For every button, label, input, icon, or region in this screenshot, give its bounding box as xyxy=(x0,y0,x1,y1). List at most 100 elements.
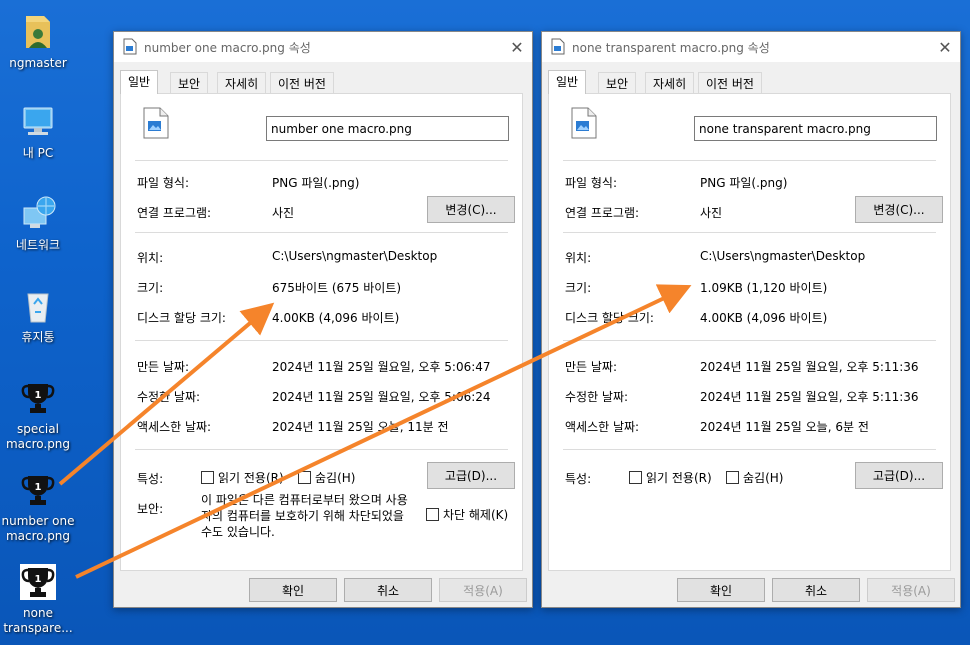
security-warning-text: 이 파일은 다른 컴퓨터로부터 왔으며 사용자의 컴퓨터를 보호하기 위해 차단… xyxy=(201,493,408,539)
modified-label: 수정한 날짜: xyxy=(137,390,201,404)
separator xyxy=(135,232,508,233)
svg-text:1: 1 xyxy=(35,390,42,401)
location-value: C:\Users\ngmaster\Desktop xyxy=(272,249,438,263)
filename-input[interactable] xyxy=(694,116,937,141)
checkbox-box[interactable] xyxy=(629,471,642,484)
location-value: C:\Users\ngmaster\Desktop xyxy=(700,249,866,263)
properties-window-number-one: number one macro.png 속성 ✕ 일반 보안 자세히 이전 버… xyxy=(113,31,533,608)
separator xyxy=(563,232,936,233)
pc-icon xyxy=(23,107,53,135)
unblock-checkbox[interactable]: 차단 해제(K) xyxy=(426,506,508,523)
tab-security[interactable]: 보안 xyxy=(598,72,637,93)
close-button[interactable]: ✕ xyxy=(502,32,532,62)
checkbox-box[interactable] xyxy=(201,471,214,484)
size-on-disk-value: 4.00KB (4,096 바이트) xyxy=(272,311,400,325)
trophy-icon: 1 xyxy=(21,476,55,505)
svg-text:1: 1 xyxy=(35,482,42,493)
advanced-button[interactable]: 고급(D)... xyxy=(855,462,943,489)
modified-value: 2024년 11월 25일 월요일, 오후 5:06:24 xyxy=(272,390,491,404)
user-folder-icon xyxy=(26,16,50,48)
created-value: 2024년 11월 25일 월요일, 오후 5:11:36 xyxy=(700,360,919,374)
file-type-label: 파일 형식: xyxy=(565,176,618,190)
close-button[interactable]: ✕ xyxy=(930,32,960,62)
open-with-value: 사진 xyxy=(700,206,723,220)
desktop-icon-user[interactable]: ngmaster xyxy=(0,12,76,71)
created-value: 2024년 11월 25일 월요일, 오후 5:06:47 xyxy=(272,360,491,374)
checkbox-box[interactable] xyxy=(426,508,439,521)
readonly-checkbox[interactable]: 읽기 전용(R) xyxy=(201,469,284,486)
open-with-value: 사진 xyxy=(272,206,295,220)
svg-text:1: 1 xyxy=(35,574,42,585)
cancel-button[interactable]: 취소 xyxy=(772,578,860,602)
unblock-label: 차단 해제(K) xyxy=(443,508,509,522)
file-type-label: 파일 형식: xyxy=(137,176,190,190)
readonly-checkbox[interactable]: 읽기 전용(R) xyxy=(629,469,712,486)
trophy-icon: 1 xyxy=(21,384,55,413)
hidden-label: 숨김(H) xyxy=(315,471,356,485)
size-label: 크기: xyxy=(137,281,164,295)
desktop-icon-recycle-bin[interactable]: 휴지통 xyxy=(0,286,76,345)
cancel-button[interactable]: 취소 xyxy=(344,578,432,602)
location-label: 위치: xyxy=(137,251,164,265)
checkbox-box[interactable] xyxy=(726,471,739,484)
size-on-disk-label: 디스크 할당 크기: xyxy=(565,311,654,325)
properties-window-none-transparent: none transparent macro.png 속성 ✕ 일반 보안 자세… xyxy=(541,31,961,608)
accessed-label: 액세스한 날짜: xyxy=(565,420,640,434)
general-panel: 파일 형식: PNG 파일(.png) 연결 프로그램: 사진 변경(C)...… xyxy=(548,93,951,571)
desktop-icon-label: ngmaster xyxy=(9,56,67,70)
advanced-button[interactable]: 고급(D)... xyxy=(427,462,515,489)
size-value: 1.09KB (1,120 바이트) xyxy=(700,281,828,295)
network-icon xyxy=(23,196,56,228)
desktop-icon-label: none transpare... xyxy=(3,606,73,635)
created-label: 만든 날짜: xyxy=(565,360,618,374)
location-label: 위치: xyxy=(565,251,592,265)
separator xyxy=(563,340,936,341)
size-on-disk-value: 4.00KB (4,096 바이트) xyxy=(700,311,828,325)
change-button[interactable]: 변경(C)... xyxy=(855,196,943,223)
separator xyxy=(563,160,936,161)
ok-button[interactable]: 확인 xyxy=(249,578,337,602)
png-file-icon xyxy=(123,38,137,55)
accessed-label: 액세스한 날짜: xyxy=(137,420,212,434)
change-button[interactable]: 변경(C)... xyxy=(427,196,515,223)
desktop-icon-label: 내 PC xyxy=(22,146,54,160)
hidden-label: 숨김(H) xyxy=(743,471,784,485)
desktop-icon-special-macro[interactable]: 1 special macro.png xyxy=(0,378,76,452)
tab-general[interactable]: 일반 xyxy=(548,70,587,94)
desktop-icon-network[interactable]: 네트워크 xyxy=(0,194,76,253)
hidden-checkbox[interactable]: 숨김(H) xyxy=(298,469,355,486)
separator xyxy=(135,340,508,341)
title-bar[interactable]: none transparent macro.png 속성 ✕ xyxy=(542,32,960,62)
readonly-label: 읽기 전용(R) xyxy=(646,471,712,485)
hidden-checkbox[interactable]: 숨김(H) xyxy=(726,469,783,486)
readonly-label: 읽기 전용(R) xyxy=(218,471,284,485)
desktop-icon-label: 휴지통 xyxy=(21,330,55,344)
separator xyxy=(135,160,508,161)
open-with-label: 연결 프로그램: xyxy=(137,206,212,220)
apply-button[interactable]: 적용(A) xyxy=(867,578,955,602)
accessed-value: 2024년 11월 25일 오늘, 11분 전 xyxy=(272,420,449,434)
open-with-label: 연결 프로그램: xyxy=(565,206,640,220)
tab-general[interactable]: 일반 xyxy=(120,70,159,94)
close-icon: ✕ xyxy=(510,37,524,57)
desktop-icon-label: 네트워크 xyxy=(15,238,61,252)
general-panel: 파일 형식: PNG 파일(.png) 연결 프로그램: 사진 변경(C)...… xyxy=(120,93,523,571)
window-title: number one macro.png 속성 xyxy=(144,41,311,55)
apply-button[interactable]: 적용(A) xyxy=(439,578,527,602)
tab-security[interactable]: 보안 xyxy=(170,72,209,93)
tab-details[interactable]: 자세히 xyxy=(217,72,267,93)
checkbox-box[interactable] xyxy=(298,471,311,484)
desktop-icon-pc[interactable]: 내 PC xyxy=(0,102,76,161)
filename-input[interactable] xyxy=(266,116,509,141)
recycle-bin-icon xyxy=(27,293,49,323)
desktop-icon-label: special macro.png xyxy=(5,422,71,451)
title-bar[interactable]: number one macro.png 속성 ✕ xyxy=(114,32,532,62)
ok-button[interactable]: 확인 xyxy=(677,578,765,602)
tab-details[interactable]: 자세히 xyxy=(645,72,695,93)
desktop-icon-none-transparent-macro[interactable]: 1 none transpare... xyxy=(0,562,76,636)
tab-previous-versions[interactable]: 이전 버전 xyxy=(270,72,334,93)
tab-previous-versions[interactable]: 이전 버전 xyxy=(698,72,762,93)
desktop-icon-number-one-macro[interactable]: 1 number one macro.png xyxy=(0,470,76,544)
window-title: none transparent macro.png 속성 xyxy=(572,41,770,55)
file-type-icon xyxy=(571,107,597,139)
